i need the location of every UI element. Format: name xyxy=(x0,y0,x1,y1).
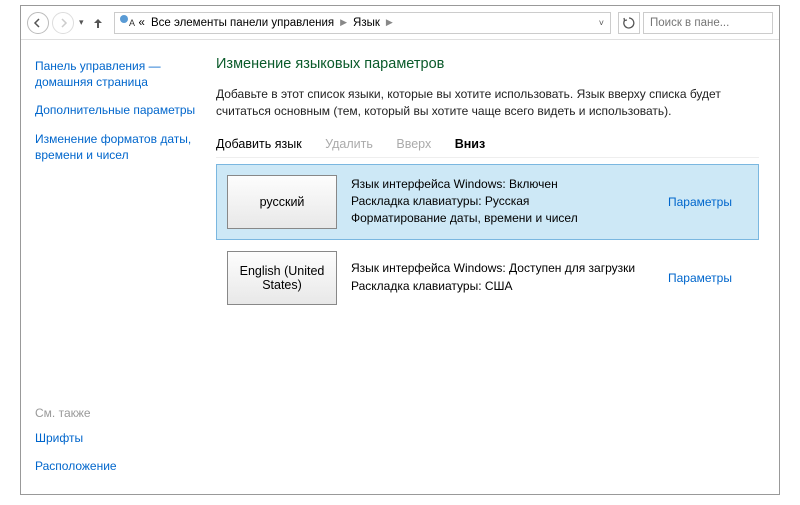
cmd-move-down[interactable]: Вниз xyxy=(455,137,485,151)
page-description: Добавьте в этот список языки, которые вы… xyxy=(216,86,759,121)
breadcrumb-item-language[interactable]: Язык xyxy=(353,17,380,29)
address-dropdown[interactable]: ˅ xyxy=(597,18,606,28)
lang-detail-line: Раскладка клавиатуры: Русская xyxy=(351,193,578,210)
sidebar-link-formats[interactable]: Изменение форматов даты, времени и чисел xyxy=(35,131,198,163)
language-row[interactable]: English (United States) Язык интерфейса … xyxy=(216,240,759,316)
command-bar: Добавить язык Удалить Вверх Вниз xyxy=(216,137,759,158)
breadcrumb-item-all[interactable]: Все элементы панели управления xyxy=(151,17,334,29)
language-options-link[interactable]: Параметры xyxy=(668,165,758,239)
lang-detail-line: Форматирование даты, времени и чисел xyxy=(351,210,578,227)
language-name: русский xyxy=(260,195,305,209)
recent-dropdown[interactable]: ▾ xyxy=(77,17,86,28)
chevron-right-icon: ▶ xyxy=(340,17,347,28)
lang-detail-line: Язык интерфейса Windows: Включен xyxy=(351,176,578,193)
breadcrumb: « Все элементы панели управления ▶ Язык … xyxy=(139,17,593,29)
sidebar: Панель управления — домашняя страница До… xyxy=(21,40,206,494)
search-box[interactable] xyxy=(643,12,773,34)
cmd-add-language[interactable]: Добавить язык xyxy=(216,137,302,151)
up-button[interactable] xyxy=(89,14,107,32)
chevron-right-icon: ▶ xyxy=(386,17,393,28)
lang-detail-line: Раскладка клавиатуры: США xyxy=(351,278,635,295)
language-tile: русский xyxy=(227,175,337,229)
control-panel-window: ▾ A « Все элементы панели управления ▶ Я… xyxy=(20,5,780,495)
language-tile: English (United States) xyxy=(227,251,337,305)
lang-detail-line: Язык интерфейса Windows: Доступен для за… xyxy=(351,260,635,277)
sidebar-link-home[interactable]: Панель управления — домашняя страница xyxy=(35,58,198,90)
language-icon: A xyxy=(119,13,135,32)
sidebar-link-fonts[interactable]: Шрифты xyxy=(35,430,198,446)
language-details: Язык интерфейса Windows: Доступен для за… xyxy=(351,241,668,315)
sidebar-link-location[interactable]: Расположение xyxy=(35,458,198,474)
svg-text:A: A xyxy=(129,18,135,28)
cmd-move-up[interactable]: Вверх xyxy=(396,137,431,151)
see-also-label: См. также xyxy=(35,406,198,420)
sidebar-link-advanced[interactable]: Дополнительные параметры xyxy=(35,102,198,118)
cmd-remove[interactable]: Удалить xyxy=(325,137,373,151)
toolbar: ▾ A « Все элементы панели управления ▶ Я… xyxy=(21,6,779,40)
refresh-button[interactable] xyxy=(618,12,640,34)
body: Панель управления — домашняя страница До… xyxy=(21,40,779,494)
breadcrumb-prefix: « xyxy=(139,17,145,29)
content-area: Изменение языковых параметров Добавьте в… xyxy=(206,40,779,494)
language-details: Язык интерфейса Windows: Включен Расклад… xyxy=(351,165,668,239)
language-list: русский Язык интерфейса Windows: Включен… xyxy=(216,164,759,316)
page-title: Изменение языковых параметров xyxy=(216,56,759,72)
back-button[interactable] xyxy=(27,12,49,34)
search-input[interactable] xyxy=(648,16,800,30)
language-name: English (United States) xyxy=(232,264,332,292)
language-row[interactable]: русский Язык интерфейса Windows: Включен… xyxy=(216,164,759,240)
forward-button[interactable] xyxy=(52,12,74,34)
language-options-link[interactable]: Параметры xyxy=(668,241,758,315)
address-bar[interactable]: A « Все элементы панели управления ▶ Язы… xyxy=(114,12,611,34)
